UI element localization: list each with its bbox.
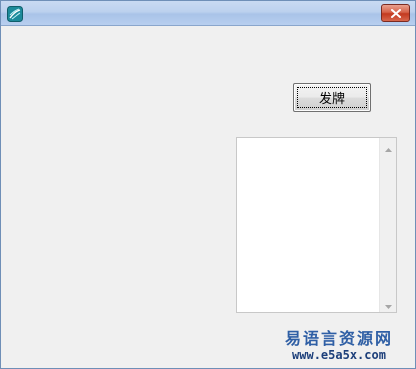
watermark-site-name: 易语言资源网 <box>284 329 393 348</box>
scroll-down-arrow-icon <box>384 294 392 313</box>
card-listbox[interactable] <box>236 137 397 313</box>
focus-rectangle <box>297 87 367 108</box>
scroll-down-button[interactable] <box>380 295 396 312</box>
app-logo-icon[interactable] <box>7 6 23 22</box>
title-bar[interactable] <box>1 1 415 26</box>
deal-button[interactable]: 发牌 <box>293 83 371 112</box>
watermark: 易语言资源网 www.e5a5x.com <box>274 329 404 363</box>
close-button[interactable] <box>381 4 410 22</box>
app-window: 发牌 易语言资源网 www.e5a5x.com <box>0 0 416 369</box>
watermark-site-url: www.e5a5x.com <box>292 348 386 362</box>
scroll-up-arrow-icon <box>384 137 392 156</box>
client-area: 发牌 易语言资源网 www.e5a5x.com <box>2 27 414 368</box>
scroll-up-button[interactable] <box>380 138 396 155</box>
close-icon <box>390 8 401 18</box>
vertical-scrollbar[interactable] <box>379 138 396 312</box>
